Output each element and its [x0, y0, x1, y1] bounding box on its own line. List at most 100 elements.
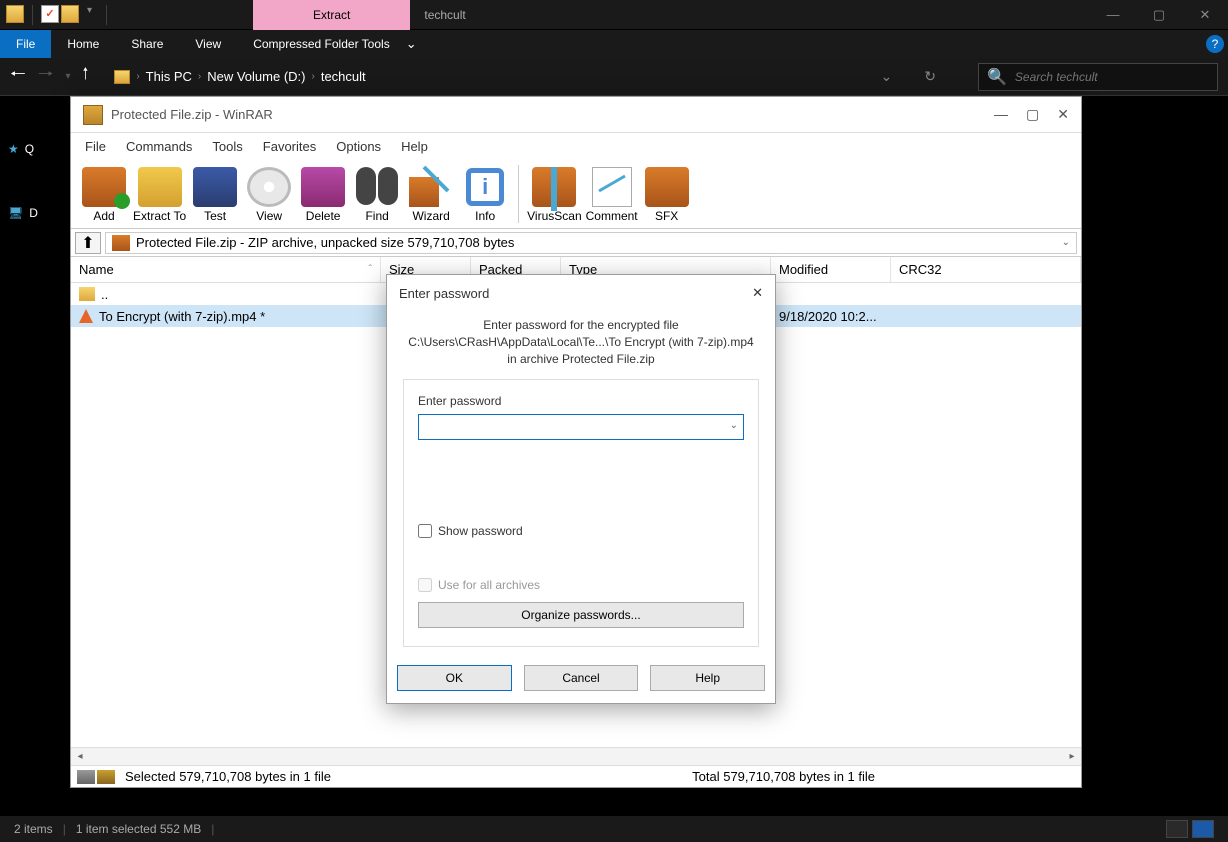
menu-commands[interactable]: Commands — [118, 137, 200, 156]
status-selected: 1 item selected 552 MB — [76, 822, 201, 836]
history-dropdown-icon[interactable]: ▾ — [65, 71, 70, 82]
vlc-icon — [79, 309, 93, 323]
checkbox-label: Use for all archives — [438, 578, 540, 592]
password-label: Enter password — [418, 394, 744, 408]
tool-comment[interactable]: Comment — [586, 165, 638, 223]
sidebar-label: Q — [25, 142, 34, 156]
status-bar: Selected 579,710,708 bytes in 1 file Tot… — [71, 765, 1081, 787]
extract-icon — [138, 167, 182, 207]
ribbon-tab-cft[interactable]: Compressed Folder Tools — [237, 30, 406, 58]
task-check-icon[interactable]: ✓ — [41, 5, 59, 23]
disk-icon — [77, 770, 95, 784]
up-folder-button[interactable]: ⬆ — [75, 232, 101, 254]
checkbox-input — [418, 578, 432, 592]
filemodified: 9/18/2020 10:2... — [771, 309, 901, 324]
chevron-down-icon[interactable]: ⌄ — [730, 420, 738, 431]
dialog-message: Enter password for the encrypted file C:… — [403, 317, 759, 367]
menu-help[interactable]: Help — [393, 137, 436, 156]
tool-test[interactable]: Test — [190, 165, 240, 223]
collapse-ribbon-icon[interactable]: ⌄ — [406, 36, 417, 52]
ribbon-tab-file[interactable]: File — [0, 30, 51, 58]
column-modified[interactable]: Modified — [771, 257, 891, 282]
breadcrumb[interactable]: › This PC › New Volume (D:) › techcult — [114, 69, 365, 84]
status-items: 2 items — [14, 822, 53, 836]
tool-add[interactable]: Add — [79, 165, 129, 223]
maximize-button[interactable]: ▢ — [1026, 106, 1039, 123]
help-button[interactable]: ? — [1202, 31, 1228, 57]
chevron-down-icon[interactable]: ⌄ — [1062, 237, 1070, 248]
password-dialog: Enter password ✕ Enter password for the … — [386, 274, 776, 704]
search-box[interactable]: 🔍 — [978, 63, 1218, 91]
use-all-checkbox: Use for all archives — [418, 578, 744, 592]
winrar-icon — [83, 105, 103, 125]
tool-virusscan[interactable]: VirusScan — [527, 165, 581, 223]
status-selected: Selected 579,710,708 bytes in 1 file — [125, 769, 331, 784]
ribbon-bar: File Home Share View Compressed Folder T… — [0, 30, 1228, 58]
password-panel: Enter password ⌄ Show password Use for a… — [403, 379, 759, 647]
ribbon-tab-view[interactable]: View — [179, 30, 237, 58]
dialog-buttons: OK Cancel Help — [387, 653, 775, 703]
breadcrumb-item[interactable]: This PC — [146, 69, 192, 84]
quick-access-toolbar: ✓ ▾ — [0, 5, 113, 25]
up-button[interactable]: 🠑 — [83, 63, 89, 90]
tool-find[interactable]: Find — [352, 165, 402, 223]
column-name[interactable]: Name ˆ — [71, 257, 381, 282]
path-display[interactable]: Protected File.zip - ZIP archive, unpack… — [105, 232, 1077, 254]
help-button[interactable]: Help — [650, 665, 765, 691]
tool-info[interactable]: iInfo — [460, 165, 510, 223]
tool-delete[interactable]: Delete — [298, 165, 348, 223]
tool-wizard[interactable]: Wizard — [406, 165, 456, 223]
winrar-titlebar: Protected File.zip - WinRAR — ▢ ✕ — [71, 97, 1081, 133]
cancel-button[interactable]: Cancel — [524, 665, 639, 691]
ribbon-context-tab[interactable]: Extract — [253, 0, 410, 30]
close-button[interactable]: ✕ — [1182, 0, 1228, 30]
dropdown-icon[interactable]: ⌄ — [881, 68, 893, 85]
breadcrumb-item[interactable]: techcult — [321, 69, 366, 84]
horizontal-scrollbar[interactable]: ◂ ▸ — [71, 747, 1081, 765]
column-label: Name — [79, 262, 114, 277]
organize-passwords-button[interactable]: Organize passwords... — [418, 602, 744, 628]
search-input[interactable] — [1015, 70, 1209, 84]
password-input[interactable] — [418, 414, 744, 440]
breadcrumb-item[interactable]: New Volume (D:) — [207, 69, 305, 84]
close-button[interactable]: ✕ — [752, 285, 763, 301]
tool-view[interactable]: View — [244, 165, 294, 223]
menu-tools[interactable]: Tools — [204, 137, 250, 156]
refresh-icon[interactable]: ↻ — [924, 68, 936, 85]
toolbar-separator — [518, 165, 519, 223]
tool-extract[interactable]: Extract To — [133, 165, 186, 223]
scroll-right-icon[interactable]: ▸ — [1063, 751, 1081, 762]
maximize-button[interactable]: ▢ — [1136, 0, 1182, 30]
chevron-right-icon: › — [198, 71, 201, 82]
forward-button[interactable]: 🠒 — [38, 62, 54, 92]
show-password-checkbox[interactable]: Show password — [418, 524, 744, 538]
dialog-title: Enter password — [399, 286, 489, 301]
sort-icon: ˆ — [369, 264, 372, 275]
close-button[interactable]: ✕ — [1057, 106, 1069, 123]
column-crc[interactable]: CRC32 — [891, 257, 1081, 282]
sidebar-item-quick[interactable]: ★Q — [0, 138, 70, 160]
menu-file[interactable]: File — [77, 137, 114, 156]
minimize-button[interactable]: — — [1090, 0, 1136, 30]
details-view-icon[interactable] — [1166, 820, 1188, 838]
view-icon — [247, 167, 291, 207]
chevron-down-icon[interactable]: ▾ — [87, 5, 92, 25]
sidebar-item-desktop[interactable]: 🖥D — [0, 202, 70, 224]
minimize-button[interactable]: — — [994, 106, 1008, 123]
window-title: Protected File.zip - WinRAR — [111, 107, 273, 122]
tool-label: SFX — [655, 209, 678, 223]
add-icon — [82, 167, 126, 207]
menu-favorites[interactable]: Favorites — [255, 137, 324, 156]
ok-button[interactable]: OK — [397, 665, 512, 691]
ribbon-tab-home[interactable]: Home — [51, 30, 115, 58]
folder-icon[interactable] — [61, 5, 79, 23]
checkbox-input[interactable] — [418, 524, 432, 538]
menu-options[interactable]: Options — [328, 137, 389, 156]
tool-sfx[interactable]: SFX — [642, 165, 692, 223]
tiles-view-icon[interactable] — [1192, 820, 1214, 838]
ribbon-tab-share[interactable]: Share — [115, 30, 179, 58]
tool-label: Test — [204, 209, 226, 223]
star-icon: ★ — [8, 142, 19, 156]
scroll-left-icon[interactable]: ◂ — [71, 751, 89, 762]
back-button[interactable]: 🠐 — [10, 62, 26, 92]
